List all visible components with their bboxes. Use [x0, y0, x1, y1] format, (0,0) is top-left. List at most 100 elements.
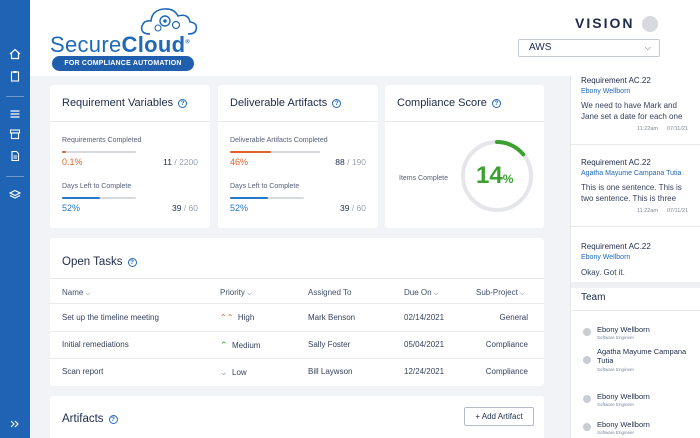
progress-bar — [230, 197, 304, 199]
message-title[interactable]: Requirement AC.22 — [581, 76, 651, 85]
score-caption: Items Complete — [399, 175, 449, 182]
task-name[interactable]: Scan report — [62, 367, 103, 376]
expand-icon[interactable] — [8, 418, 22, 432]
metric-count: 39 / 60 — [339, 203, 366, 213]
message-time: 11:22am — [637, 208, 658, 214]
task-assignee: Mark Benson — [308, 313, 356, 322]
deliverable-artifacts-card: Deliverable Artifacts? Deliverable Artif… — [218, 85, 378, 228]
member-name[interactable]: Agatha Mayume Campana Tutia — [597, 347, 697, 365]
member-name[interactable]: Ebony Wellborn — [597, 325, 650, 334]
sidebar-divider — [6, 96, 24, 97]
member-role: Software Engineer — [597, 367, 635, 372]
metric-percent: 52% — [62, 203, 81, 213]
progress-bar — [62, 197, 136, 199]
home-icon[interactable] — [8, 48, 22, 62]
chevron-down-icon: ⌵ — [433, 291, 439, 297]
message-date: 07/11/21 — [667, 208, 689, 214]
layers-icon[interactable] — [8, 189, 22, 203]
open-tasks-card: Open Tasks? Name ⌵ Priority ⌵ Assigned T… — [50, 238, 544, 386]
card-divider — [385, 121, 544, 122]
list-icon[interactable] — [8, 108, 22, 122]
card-title: Requirement Variables? — [62, 97, 188, 109]
document-icon[interactable] — [8, 150, 22, 164]
card-title: Open Tasks? — [62, 256, 137, 268]
message-title[interactable]: Requirement AC.22 — [581, 158, 651, 167]
chevron-down-icon: ⌵ — [644, 43, 651, 52]
metric-label: Days Left to Complete — [62, 183, 132, 190]
chevron-down-icon: ⌄ — [220, 367, 228, 377]
message-author: Ebony Wellborn — [581, 254, 631, 261]
metric-label: Deliverable Artifacts Completed — [230, 137, 328, 144]
card-title: Deliverable Artifacts? — [230, 97, 342, 109]
member-role: Software Engineer — [597, 402, 635, 407]
column-header-name[interactable]: Name ⌵ — [62, 288, 90, 298]
metric-percent: 52% — [230, 203, 249, 213]
brand-tagline: FOR COMPLIANCE AUTOMATION — [52, 56, 194, 71]
provider-select-value: AWS — [529, 42, 552, 53]
chevron-down-icon: ⌵ — [247, 291, 252, 297]
provider-select[interactable]: AWS ⌵ — [518, 39, 660, 57]
message-body: We need to have Mark and Jane set a date… — [581, 101, 683, 121]
score-value: 14% — [476, 162, 514, 189]
metric-percent: 0.1% — [62, 157, 83, 167]
team-title: Team — [581, 292, 606, 303]
card-title: Artifacts? — [62, 413, 118, 425]
avatar[interactable] — [583, 395, 591, 403]
row-divider — [50, 303, 544, 304]
help-icon[interactable]: ? — [127, 258, 137, 267]
task-priority: ⌃⌃ High — [220, 313, 255, 322]
message-title[interactable]: Requirement AC.22 — [581, 242, 651, 251]
column-header-priority[interactable]: Priority ⌵ — [220, 288, 252, 298]
message-time: 11:22am — [637, 126, 658, 132]
message-date: 07/11/21 — [667, 126, 689, 132]
progress-bar — [230, 151, 320, 153]
column-header-assigned[interactable]: Assigned To — [308, 288, 351, 297]
member-role: Software Engineer — [597, 430, 635, 435]
vision-toggle[interactable] — [642, 16, 658, 32]
task-subproject: General — [499, 313, 528, 322]
member-name[interactable]: Ebony Wellborn — [597, 420, 650, 429]
help-icon[interactable]: ? — [108, 415, 118, 424]
row-divider — [50, 331, 544, 332]
message-divider — [571, 226, 700, 227]
metric-count: 39 / 60 — [171, 203, 198, 213]
task-name[interactable]: Set up the timeline meeting — [62, 313, 159, 322]
archive-icon[interactable] — [8, 128, 22, 142]
task-assignee: Sally Foster — [308, 340, 351, 349]
task-assignee: Bill Laywson — [308, 367, 353, 376]
avatar[interactable] — [583, 423, 591, 431]
avatar[interactable] — [583, 328, 591, 336]
task-due-date: 02/14/2021 — [404, 313, 445, 322]
team-divider — [571, 310, 700, 311]
task-due-date: 12/24/2021 — [404, 367, 445, 376]
top-header: SecureCloud® FOR COMPLIANCE AUTOMATION V… — [30, 0, 700, 76]
message-body: This is one sentence. This is two senten… — [581, 183, 682, 203]
help-icon[interactable]: ? — [178, 99, 188, 108]
message-body: Okay. Got it. — [581, 268, 625, 277]
task-subproject: Compliance — [485, 340, 528, 349]
metric-count: 11 / 2200 — [163, 157, 198, 167]
brand-logo[interactable]: SecureCloud® FOR COMPLIANCE AUTOMATION — [50, 4, 230, 72]
task-name[interactable]: Initial remediations — [62, 340, 129, 349]
task-priority: ⌃ Medium — [220, 340, 261, 350]
requirement-variables-card: Requirement Variables? Requirements Comp… — [50, 85, 210, 228]
activity-pane: Requirement AC.22 Ebony Wellborn We need… — [570, 76, 700, 438]
vision-label: VISION — [575, 15, 635, 31]
metric-label: Requirements Completed — [62, 137, 142, 144]
card-divider — [50, 278, 544, 279]
left-sidebar — [0, 0, 30, 438]
column-header-due[interactable]: Due On ⌵ — [404, 288, 438, 298]
add-artifact-button[interactable]: + Add Artifact — [464, 407, 534, 426]
sidebar-divider — [6, 176, 24, 177]
card-divider — [50, 121, 210, 122]
member-role: Software Engineer — [597, 335, 635, 340]
help-icon[interactable]: ? — [491, 99, 501, 108]
member-name[interactable]: Ebony Wellborn — [597, 392, 650, 401]
avatar[interactable] — [583, 356, 591, 364]
chevron-down-icon: ⌵ — [85, 291, 91, 297]
help-icon[interactable]: ? — [332, 99, 342, 108]
row-divider — [50, 358, 544, 359]
clipboard-icon[interactable] — [8, 70, 22, 84]
column-header-subproject[interactable]: Sub-Project ⌵ — [476, 288, 525, 298]
brand-name: SecureCloud® — [50, 32, 191, 57]
